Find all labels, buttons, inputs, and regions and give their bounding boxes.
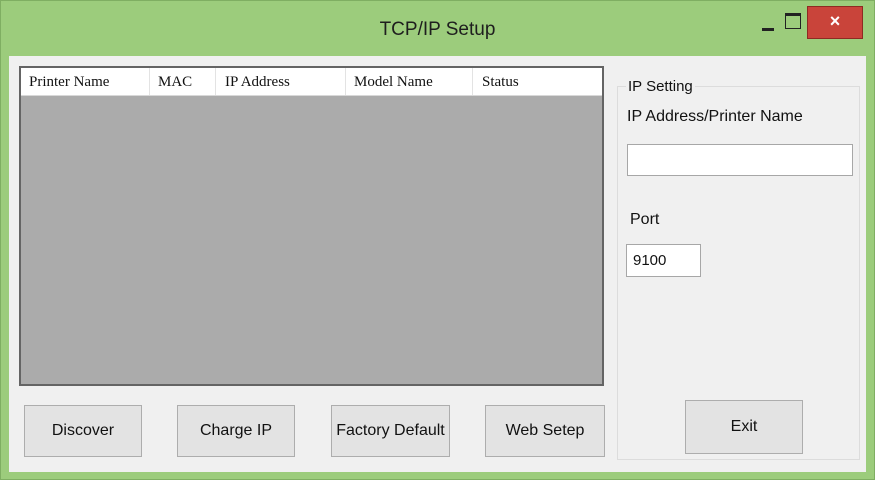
web-setep-button[interactable]: Web Setep xyxy=(485,405,605,457)
discover-button[interactable]: Discover xyxy=(24,405,142,457)
column-model-name[interactable]: Model Name xyxy=(354,74,433,91)
close-icon[interactable]: × xyxy=(807,6,863,39)
column-status[interactable]: Status xyxy=(482,74,519,91)
charge-ip-button[interactable]: Charge IP xyxy=(177,405,295,457)
column-printer-name[interactable]: Printer Name xyxy=(29,74,109,91)
column-ip-address[interactable]: IP Address xyxy=(225,74,290,91)
ip-setting-label: IP Setting xyxy=(626,78,695,95)
column-divider[interactable] xyxy=(345,68,346,95)
ip-address-label: IP Address/Printer Name xyxy=(627,108,803,125)
exit-button[interactable]: Exit xyxy=(685,400,803,454)
factory-default-button[interactable]: Factory Default xyxy=(331,405,450,457)
column-divider[interactable] xyxy=(149,68,150,95)
column-divider[interactable] xyxy=(215,68,216,95)
port-label: Port xyxy=(630,211,660,228)
title-bar[interactable]: TCP/IP Setup × xyxy=(1,1,874,55)
window-title: TCP/IP Setup xyxy=(379,19,496,40)
printer-list-header: Printer Name MAC IP Address Model Name S… xyxy=(21,68,602,96)
printer-list[interactable]: Printer Name MAC IP Address Model Name S… xyxy=(19,66,604,386)
minimize-icon[interactable] xyxy=(760,15,776,33)
tcpip-setup-window: TCP/IP Setup × Printer Name MAC IP Addre… xyxy=(0,0,875,480)
column-mac[interactable]: MAC xyxy=(158,74,192,91)
dialog-client-area: Printer Name MAC IP Address Model Name S… xyxy=(9,56,866,472)
port-input[interactable] xyxy=(626,244,701,277)
maximize-icon[interactable] xyxy=(785,13,801,29)
column-divider[interactable] xyxy=(472,68,473,95)
ip-address-input[interactable] xyxy=(627,144,853,176)
